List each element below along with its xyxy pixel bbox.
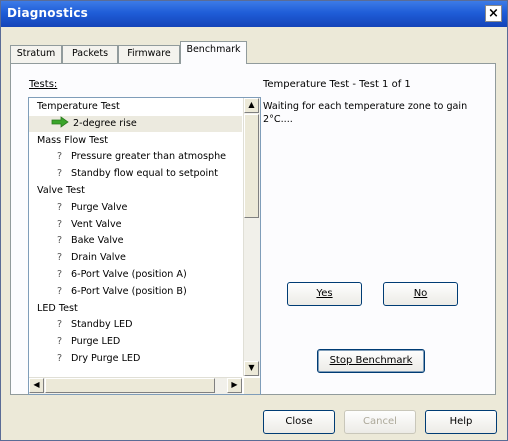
- close-icon[interactable]: ×: [485, 5, 502, 22]
- test-item[interactable]: ? Drain Valve: [57, 250, 126, 266]
- test-item[interactable]: ? Vent Valve: [57, 217, 122, 233]
- test-group-label: Temperature Test: [37, 101, 120, 112]
- scroll-left-icon[interactable]: ◀: [29, 378, 44, 393]
- test-item[interactable]: ? Purge Valve: [57, 200, 127, 216]
- test-group[interactable]: Mass Flow Test: [37, 133, 108, 149]
- help-button[interactable]: Help: [425, 410, 497, 434]
- test-group[interactable]: Temperature Test: [37, 99, 120, 115]
- cancel-button[interactable]: Cancel: [344, 410, 416, 434]
- horizontal-scrollbar[interactable]: ◀ ▶: [29, 377, 242, 394]
- test-item[interactable]: ? 6-Port Valve (position B): [57, 284, 187, 300]
- test-item-label: Bake Valve: [71, 235, 124, 247]
- benchmark-panel: Tests: Temperature Test 2-degree rise Mass…: [10, 63, 496, 395]
- test-item[interactable]: ? Dry Purge LED: [57, 351, 140, 367]
- stop-benchmark-button[interactable]: Stop Benchmark: [317, 349, 425, 373]
- test-header: Temperature Test - Test 1 of 1: [263, 79, 411, 90]
- test-item-label: Purge LED: [71, 336, 121, 348]
- window-title: Diagnostics: [7, 6, 88, 20]
- test-status-marker: ?: [57, 168, 63, 180]
- test-item-label: 6-Port Valve (position A): [71, 269, 187, 280]
- test-item[interactable]: ? Pressure greater than atmosphe: [57, 149, 226, 165]
- test-status-marker: ?: [57, 319, 63, 331]
- test-status-marker: ?: [57, 285, 63, 297]
- title-bar[interactable]: Diagnostics ×: [1, 1, 507, 27]
- test-item[interactable]: ? 6-Port Valve (position A): [57, 267, 187, 283]
- test-group[interactable]: LED Test: [37, 301, 78, 317]
- test-status-marker: ?: [57, 353, 63, 364]
- yes-button[interactable]: Yes: [287, 282, 362, 306]
- test-status-marker: ?: [57, 336, 63, 348]
- diagnostics-window: Diagnostics × Stratum Packets Firmware B…: [0, 0, 508, 441]
- no-button[interactable]: No: [383, 282, 458, 306]
- scrollbar-corner: [244, 378, 260, 394]
- test-status-marker: ?: [57, 218, 63, 230]
- green-arrow-icon: [51, 116, 73, 134]
- tests-list-content: Temperature Test 2-degree rise Mass Flow T…: [29, 98, 242, 376]
- vertical-scroll-thumb[interactable]: [244, 114, 259, 218]
- tab-stratum[interactable]: Stratum: [10, 45, 62, 63]
- test-status-marker: ?: [57, 151, 63, 163]
- test-group[interactable]: Valve Test: [37, 183, 85, 199]
- test-status-marker: ?: [57, 252, 63, 264]
- test-status-marker: ?: [57, 201, 63, 213]
- scroll-right-icon[interactable]: ▶: [227, 378, 242, 393]
- test-group-label: Valve Test: [37, 185, 85, 196]
- test-item-label: 2-degree rise: [73, 117, 137, 129]
- test-item-label: Pressure greater than atmosphe: [71, 151, 227, 163]
- test-item[interactable]: 2-degree rise: [29, 115, 242, 134]
- test-group-label: LED Test: [37, 302, 78, 314]
- test-status-marker: ?: [57, 235, 63, 247]
- close-button[interactable]: Close: [263, 410, 335, 434]
- tests-label: Tests:: [29, 79, 58, 90]
- test-status-marker: ?: [57, 269, 63, 280]
- tab-firmware[interactable]: Firmware: [118, 45, 180, 63]
- scroll-down-icon[interactable]: ▼: [244, 361, 259, 376]
- test-item-label: 6-Port Valve (position B): [71, 285, 187, 297]
- horizontal-scroll-thumb[interactable]: [45, 378, 215, 393]
- test-item-label: Dry Purge LED: [71, 353, 141, 364]
- test-item-label: Standby LED: [71, 319, 133, 331]
- test-item[interactable]: ? Bake Valve: [57, 233, 124, 249]
- test-item-label: Purge Valve: [71, 201, 128, 213]
- tab-benchmark[interactable]: Benchmark: [180, 41, 247, 64]
- test-item-label: Vent Valve: [71, 218, 122, 230]
- test-item[interactable]: ? Standby LED: [57, 317, 133, 333]
- test-item[interactable]: ? Standby flow equal to setpoint: [57, 166, 218, 182]
- test-item[interactable]: ? Purge LED: [57, 334, 120, 350]
- test-item-label: Standby flow equal to setpoint: [71, 168, 219, 180]
- status-message: Waiting for each temperature zone to gai…: [263, 101, 468, 125]
- test-item-label: Drain Valve: [71, 252, 126, 264]
- test-group-label: Mass Flow Test: [37, 134, 109, 146]
- tab-packets[interactable]: Packets: [62, 45, 118, 63]
- scroll-up-icon[interactable]: ▲: [244, 98, 259, 113]
- vertical-scrollbar[interactable]: ▲ ▼: [243, 98, 260, 376]
- tests-list[interactable]: Temperature Test 2-degree rise Mass Flow T…: [28, 97, 261, 395]
